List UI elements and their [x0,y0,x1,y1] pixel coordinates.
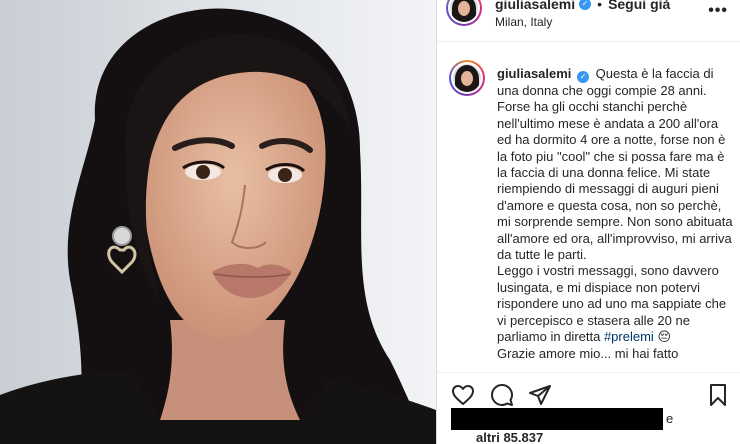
comments-section: giuliasalemi ✓ Questa è la faccia di una… [437,58,740,368]
header-username[interactable]: giuliasalemi [495,0,575,12]
caption-verified-icon: ✓ [577,71,590,83]
post-sidebar: giuliasalemi ✓ • Segui già Milan, Italy … [437,0,740,444]
following-button[interactable]: Segui già [608,0,670,12]
portrait-illustration [0,0,436,444]
caption-avatar[interactable] [449,60,485,96]
likes-summary[interactable]: e altri 85.837 [451,408,740,444]
paper-plane-icon[interactable] [528,383,552,407]
likes-tail-text: e [666,411,674,426]
comment-icon[interactable] [490,383,514,407]
caption-paragraph-3: Grazie amore mio... mi hai fatto [497,345,679,361]
header-user-line: giuliasalemi ✓ • Segui già [495,0,670,12]
post-photo[interactable] [0,0,436,444]
redaction-bar [451,408,663,430]
verified-badge-icon: ✓ [579,0,592,10]
likes-count[interactable]: altri 85.837 [476,430,543,444]
post-header: giuliasalemi ✓ • Segui già Milan, Italy … [437,0,740,42]
emoji: 😔 [657,329,671,345]
caption-paragraph-1: Questa è la faccia di una donna che oggi… [497,66,733,263]
heart-icon[interactable] [451,383,475,407]
action-bar [437,372,740,412]
bookmark-icon[interactable] [706,383,730,407]
separator-dot: • [597,0,603,12]
caption-username[interactable]: giuliasalemi [497,66,571,81]
post-location[interactable]: Milan, Italy [495,15,552,29]
caption-text: giuliasalemi ✓ Questa è la faccia di una… [497,66,733,362]
hashtag-link[interactable]: #prelemi [604,329,654,344]
avatar[interactable] [446,0,482,26]
more-options-icon[interactable]: ••• [708,2,728,20]
